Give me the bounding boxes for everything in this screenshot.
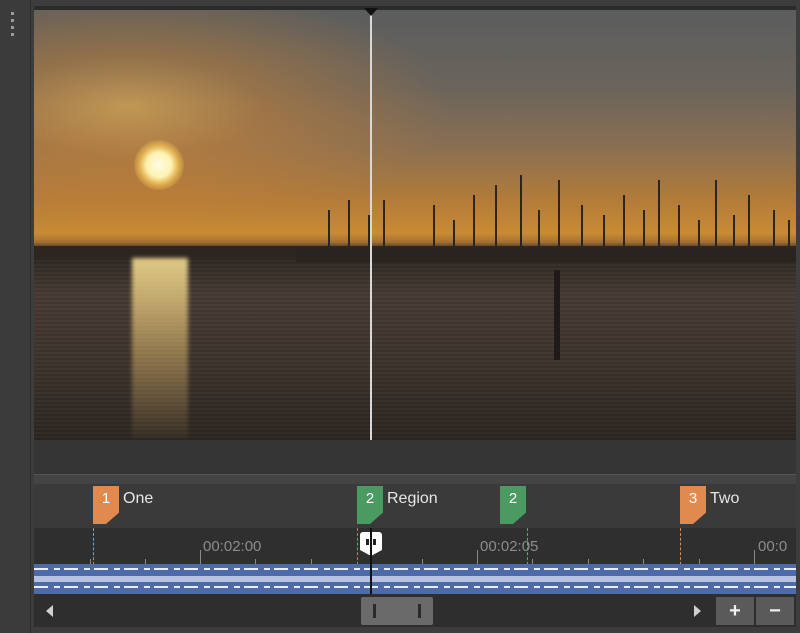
time-ruler[interactable]: 00:02:00 00:02:05 00:0: [34, 528, 796, 594]
harbor-masts: [296, 175, 796, 360]
zoom-out-button[interactable]: −: [756, 597, 794, 625]
marker-label: One: [123, 490, 154, 507]
ruler-label: 00:02:05: [480, 538, 539, 555]
ruler-tick: [200, 550, 201, 564]
ruler-tick: [477, 550, 478, 564]
marker-label: Two: [710, 490, 740, 507]
waveform: [34, 568, 796, 570]
ruler-tick: [754, 550, 755, 564]
ruler-label: 00:02:00: [203, 538, 262, 555]
video-preview[interactable]: [34, 10, 796, 440]
marker-flag-icon: 3: [680, 486, 706, 524]
zoom-in-button[interactable]: +: [716, 597, 754, 625]
preview-playhead-line: [370, 12, 372, 440]
handle-grip-icon: [373, 539, 376, 545]
marker-flag-icon: 1: [93, 486, 119, 524]
region-label: Region: [387, 490, 438, 507]
thumb-grip-icon: [418, 604, 421, 618]
preview-gap: [34, 440, 796, 474]
waveform: [34, 586, 796, 588]
timeline-scrollbar[interactable]: + −: [34, 594, 796, 627]
thumb-grip-icon: [373, 604, 376, 618]
arrow-right-icon[interactable]: [694, 605, 701, 617]
arrow-left-icon[interactable]: [46, 605, 53, 617]
audio-waveform-track[interactable]: [34, 564, 796, 594]
marker-bar: 1 One 2 Region 2 3 Two: [34, 484, 796, 529]
playhead-top-icon: [364, 8, 378, 16]
region-flag-icon: 2: [357, 486, 383, 524]
waveform: [34, 576, 796, 582]
scroll-thumb[interactable]: [361, 597, 433, 625]
handle-grip-icon: [366, 539, 369, 545]
ruler-label: 00:0: [758, 538, 788, 555]
region-flag-icon: 2: [500, 486, 526, 524]
drag-grip-icon: [11, 12, 15, 40]
timeline-playhead-line: [370, 528, 372, 594]
panel-grip[interactable]: [0, 0, 31, 633]
